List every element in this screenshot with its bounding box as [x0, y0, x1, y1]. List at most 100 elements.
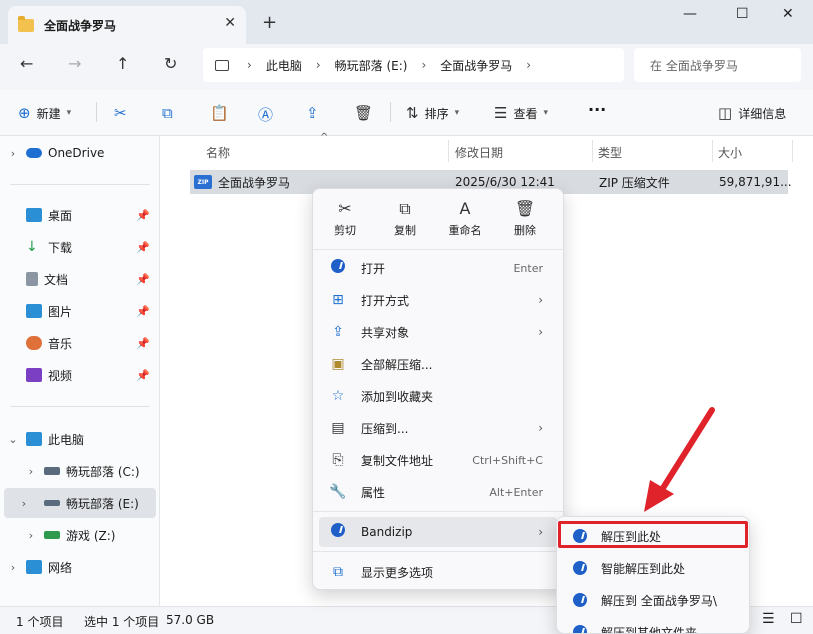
- menu-item-extract-all[interactable]: ▣ 全部解压缩...: [319, 349, 557, 379]
- chevron-right-icon: ›: [538, 525, 543, 539]
- more-options-button[interactable]: ···: [588, 100, 606, 119]
- sidebar-item-label: 音乐: [48, 336, 73, 351]
- sidebar-item-videos[interactable]: 视频 📌: [0, 360, 156, 390]
- column-divider[interactable]: [712, 140, 713, 162]
- forward-button[interactable]: →: [68, 54, 81, 73]
- menu-item-label: 显示更多选项: [361, 565, 434, 580]
- paste-button[interactable]: 📋: [210, 104, 235, 122]
- computer-icon: [26, 432, 42, 446]
- pin-icon: 📌: [136, 304, 150, 318]
- item-count: 1 个项目: [16, 615, 64, 629]
- sidebar-item-desktop[interactable]: 桌面 📌: [0, 200, 156, 230]
- sidebar-item-drive-c[interactable]: › 畅玩部落 (C:): [18, 456, 156, 486]
- menu-item-share[interactable]: ⇪ 共享对象 ›: [319, 317, 557, 347]
- share-button[interactable]: ⇪: [306, 104, 325, 122]
- rename-button[interactable]: Ⓐ: [258, 104, 279, 125]
- breadcrumb-item[interactable]: 全面战争罗马: [440, 57, 512, 74]
- share-icon: ⇪: [306, 104, 319, 122]
- file-name: 全面战争罗马: [218, 175, 291, 190]
- maximize-button[interactable]: ☐: [736, 6, 749, 22]
- menu-item-more-options[interactable]: ⧉ 显示更多选项: [319, 557, 557, 587]
- bandizip-icon: [573, 625, 587, 633]
- tab-current[interactable]: 全面战争罗马 ✕: [8, 6, 246, 44]
- menu-item-label: Bandizip: [361, 525, 413, 539]
- copy-action[interactable]: ⧉ 复制: [377, 199, 433, 238]
- refresh-button[interactable]: ↻: [164, 54, 177, 73]
- sidebar-item-network[interactable]: › 网络: [0, 552, 156, 582]
- chevron-right-icon[interactable]: ›: [0, 147, 26, 160]
- sidebar-item-drive-z[interactable]: › 游戏 (Z:): [18, 520, 156, 550]
- close-window-button[interactable]: ✕: [782, 6, 794, 22]
- minimize-button[interactable]: —: [683, 6, 697, 22]
- submenu-extract-other[interactable]: 解压到其他文件夹: [561, 617, 747, 633]
- menu-item-open-with[interactable]: ⊞ 打开方式 ›: [319, 285, 557, 315]
- submenu-extract-to-folder[interactable]: 解压到 全面战争罗马\: [561, 585, 747, 615]
- column-divider[interactable]: [792, 140, 793, 162]
- rename-action[interactable]: A 重命名: [437, 199, 493, 238]
- new-button[interactable]: ⊕ 新建 ▾: [18, 104, 71, 122]
- menu-item-open[interactable]: 打开 Enter: [319, 253, 557, 283]
- submenu-smart-extract[interactable]: 智能解压到此处: [561, 553, 747, 583]
- back-button[interactable]: ←: [20, 54, 33, 73]
- sidebar-item-label: 图片: [48, 304, 73, 319]
- column-divider[interactable]: [592, 140, 593, 162]
- chevron-right-icon: ›: [526, 58, 532, 72]
- column-header-name[interactable]: 名称: [206, 144, 230, 161]
- tiles-view-icon[interactable]: ☐: [790, 611, 803, 627]
- sidebar-item-onedrive[interactable]: › OneDrive: [0, 138, 156, 168]
- search-input[interactable]: 在 全面战争罗马: [634, 48, 801, 82]
- menu-item-add-favorite[interactable]: ☆ 添加到收藏夹: [319, 381, 557, 411]
- menu-shortcut: Alt+Enter: [489, 485, 543, 499]
- menu-item-label: 复制文件地址: [361, 453, 434, 468]
- close-tab-icon[interactable]: ✕: [224, 15, 236, 31]
- details-pane-button[interactable]: ◫ 详细信息: [718, 104, 786, 122]
- sidebar-item-pictures[interactable]: 图片 📌: [0, 296, 156, 326]
- copy-button[interactable]: ⧉: [162, 104, 179, 122]
- menu-item-bandizip[interactable]: Bandizip ›: [319, 517, 557, 547]
- breadcrumb-item[interactable]: 畅玩部落 (E:): [335, 57, 408, 74]
- chevron-right-icon[interactable]: ›: [18, 529, 44, 542]
- cut-label: 剪切: [334, 224, 356, 237]
- sidebar-item-label: 畅玩部落 (C:): [66, 464, 140, 479]
- column-header-date[interactable]: 修改日期: [455, 144, 503, 161]
- new-label: 新建: [36, 106, 61, 121]
- chevron-right-icon[interactable]: ›: [4, 497, 44, 510]
- sidebar-item-this-pc[interactable]: ⌄ 此电脑: [0, 424, 156, 454]
- sidebar-item-music[interactable]: 音乐 📌: [0, 328, 156, 358]
- chevron-right-icon: ›: [538, 325, 543, 339]
- open-with-icon: ⊞: [332, 292, 344, 308]
- details-view-icon[interactable]: ☰: [762, 611, 775, 627]
- sidebar-item-documents[interactable]: 文档 📌: [0, 264, 156, 294]
- bandizip-icon: [327, 523, 349, 541]
- sidebar-item-label: 视频: [48, 368, 73, 383]
- pin-icon: 📌: [136, 272, 150, 286]
- cut-button[interactable]: ✂: [114, 104, 133, 122]
- menu-item-properties[interactable]: 🔧 属性 Alt+Enter: [319, 477, 557, 507]
- document-icon: [26, 272, 38, 286]
- chevron-right-icon[interactable]: ›: [18, 465, 44, 478]
- column-header-type[interactable]: 类型: [598, 144, 622, 161]
- delete-action[interactable]: 🗑 删除: [497, 199, 553, 238]
- new-tab-button[interactable]: +: [262, 12, 277, 33]
- sort-button[interactable]: ⇅ 排序 ▾: [406, 104, 459, 122]
- chevron-down-icon[interactable]: ⌄: [0, 433, 26, 446]
- view-button[interactable]: ☰ 查看 ▾: [494, 104, 548, 122]
- menu-item-compress[interactable]: ▤ 压缩到... ›: [319, 413, 557, 443]
- column-header-size[interactable]: 大小: [718, 144, 742, 161]
- sidebar-item-drive-e[interactable]: › 畅玩部落 (E:): [4, 488, 156, 518]
- column-divider[interactable]: [448, 140, 449, 162]
- cut-action[interactable]: ✂ 剪切: [317, 199, 373, 238]
- address-bar[interactable]: › 此电脑 › 畅玩部落 (E:) › 全面战争罗马 ›: [203, 48, 624, 82]
- up-button[interactable]: ↑: [116, 54, 129, 73]
- menu-item-copy-path[interactable]: ⎘ 复制文件地址 Ctrl+Shift+C: [319, 445, 557, 475]
- sidebar-item-label: 游戏 (Z:): [66, 528, 116, 543]
- sidebar-divider: [10, 406, 150, 407]
- chevron-down-icon: ▾: [66, 108, 72, 118]
- delete-button[interactable]: 🗑: [354, 104, 379, 122]
- title-bar: 全面战争罗马 ✕ + — ☐ ✕: [0, 0, 813, 44]
- chevron-right-icon[interactable]: ›: [0, 561, 26, 574]
- rename-icon: A: [459, 199, 471, 218]
- sidebar-item-downloads[interactable]: ↓ 下载 📌: [0, 232, 156, 262]
- breadcrumb-item[interactable]: 此电脑: [266, 57, 302, 74]
- sidebar-item-label: 畅玩部落 (E:): [66, 496, 139, 511]
